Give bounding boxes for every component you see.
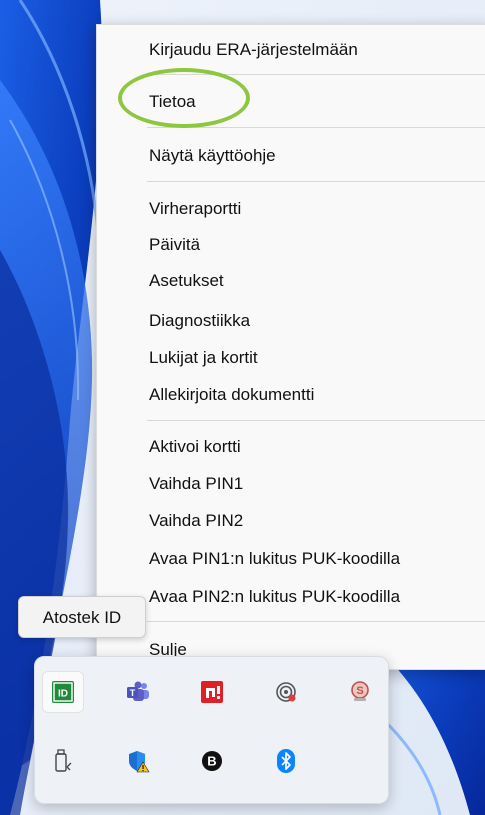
defender-warning-icon[interactable] <box>118 741 158 781</box>
menu-separator <box>147 420 485 421</box>
atostek-id-icon[interactable]: ID <box>43 672 83 712</box>
tray-tooltip: Atostek ID <box>18 596 146 638</box>
teams-icon[interactable]: T <box>118 672 158 712</box>
menu-item-change-pin1[interactable]: Vaihda PIN1 <box>97 467 485 501</box>
menu-item-update[interactable]: Päivitä <box>97 228 485 262</box>
menu-item-readers-cards[interactable]: Lukijat ja kortit <box>97 341 485 375</box>
menu-item-settings[interactable]: Asetukset <box>97 264 485 298</box>
menu-separator <box>147 74 485 75</box>
b-app-icon[interactable]: B <box>192 741 232 781</box>
menu-item-unlock-pin2-puk[interactable]: Avaa PIN2:n lukitus PUK-koodilla <box>97 580 485 614</box>
svg-text:B: B <box>207 754 216 769</box>
menu-item-login-era[interactable]: Kirjaudu ERA-järjestelmään <box>97 33 485 67</box>
menu-item-change-pin2[interactable]: Vaihda PIN2 <box>97 504 485 538</box>
tray-context-menu: Kirjaudu ERA-järjestelmään Tietoa Näytä … <box>96 24 485 670</box>
bluetooth-icon[interactable] <box>266 741 306 781</box>
menu-item-diagnostics[interactable]: Diagnostiikka <box>97 304 485 338</box>
svg-text:ID: ID <box>58 689 68 700</box>
menu-separator <box>147 127 485 128</box>
menu-separator <box>147 621 485 622</box>
menu-separator <box>147 181 485 182</box>
menu-item-activate-card[interactable]: Aktivoi kortti <box>97 430 485 464</box>
s-badge-icon[interactable]: S <box>340 672 380 712</box>
menu-item-unlock-pin1-puk[interactable]: Avaa PIN1:n lukitus PUK-koodilla <box>97 542 485 576</box>
menu-item-sign-document[interactable]: Allekirjoita dokumentti <box>97 378 485 412</box>
tray-overflow-flyout: ID T S B <box>34 656 389 804</box>
usb-eject-icon[interactable] <box>43 741 83 781</box>
menu-item-error-report[interactable]: Virheraportti <box>97 192 485 226</box>
menu-item-user-guide[interactable]: Näytä käyttöohje <box>97 139 485 173</box>
amd-icon[interactable] <box>192 672 232 712</box>
svg-text:T: T <box>130 688 136 698</box>
menu-item-about[interactable]: Tietoa <box>97 85 485 119</box>
svg-text:S: S <box>356 685 363 697</box>
remote-access-icon[interactable] <box>266 672 306 712</box>
